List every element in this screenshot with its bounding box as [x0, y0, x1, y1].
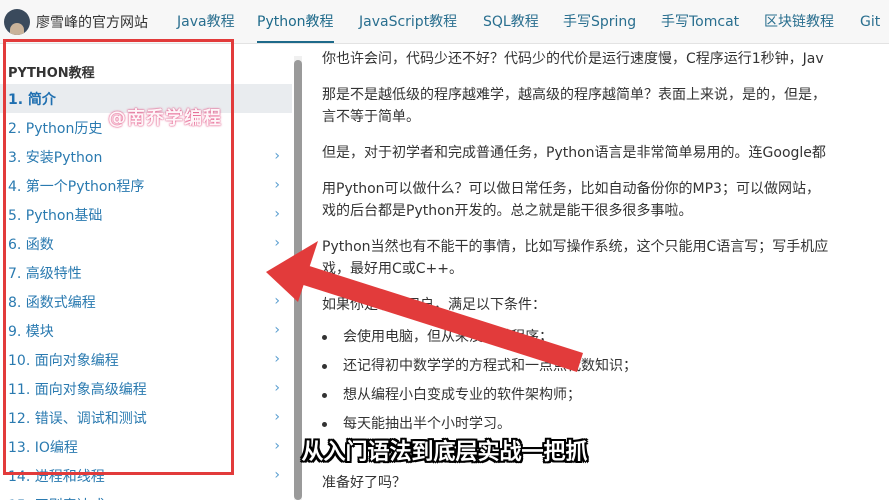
chevron-right-icon[interactable]: ›: [274, 322, 280, 338]
list-item: 每天能抽出半个小时学习。: [322, 413, 511, 435]
paragraph-line: 但是，对于初学者和完成普通任务，Python语言是非常简单易用的。连Google…: [322, 145, 826, 161]
paragraph-line: 那是不是越低级的程序越难学，越高级的程序越简单？表面上来说，是的，但是，: [322, 87, 826, 103]
chevron-right-icon[interactable]: ›: [274, 351, 280, 367]
list-item-text: 还记得初中数学学的方程式和一点点代数知识；: [343, 358, 637, 374]
article-content: 你也许会问，代码少还不好？代码少的代价是运行速度慢，C程序运行1秒钟，Jav 那是…: [322, 44, 889, 500]
watermark: @南乔学编程: [108, 108, 222, 129]
chevron-right-icon[interactable]: ›: [274, 467, 280, 483]
nav-item[interactable]: JavaScript教程: [359, 0, 457, 43]
paragraph-line: Python当然也有不能干的事情，比如写操作系统，这个只能用C语言写；写手机应: [322, 239, 829, 255]
chevron-right-icon[interactable]: ›: [274, 206, 280, 222]
chevron-right-icon[interactable]: ›: [274, 496, 280, 500]
brand-title: 廖雪峰的官方网站: [36, 15, 148, 31]
list-item: 想从编程小白变成专业的软件架构师；: [322, 384, 581, 406]
list-item-text: 会使用电脑，但从来没写过程序；: [343, 329, 553, 345]
list-item-text: 每天能抽出半个小时学习。: [343, 416, 511, 432]
list-item-text: 想从编程小白变成专业的软件架构师；: [343, 387, 581, 403]
top-navigation: 廖雪峰的官方网站 Java教程 Python教程 JavaScript教程 SQL教程…: [0, 0, 889, 44]
video-subtitle: 从入门语法到底层实战一把抓: [301, 440, 588, 465]
chevron-right-icon[interactable]: ›: [274, 264, 280, 280]
nav-item[interactable]: 手写Spring: [563, 0, 636, 43]
bullet-icon: [322, 334, 327, 340]
chevron-right-icon[interactable]: ›: [274, 380, 280, 396]
site-logo-avatar: [4, 9, 30, 35]
paragraph-line: 戏，最好用C或C++。: [322, 261, 464, 277]
paragraph-line: 戏的后台都是Python开发的。总之就是能干很多很多事啦。: [322, 203, 693, 219]
bullet-icon: [322, 392, 327, 398]
nav-item[interactable]: Java教程: [177, 0, 235, 43]
bullet-icon: [322, 421, 327, 427]
sidebar-item-label: 15. 正则表达式: [8, 495, 105, 500]
nav-item[interactable]: 手写Tomcat: [661, 0, 739, 43]
list-item: 会使用电脑，但从来没写过程序；: [322, 326, 553, 348]
paragraph-line: 你也许会问，代码少还不好？代码少的代价是运行速度慢，C程序运行1秒钟，Jav: [322, 51, 824, 67]
nav-item[interactable]: Python教程: [257, 0, 334, 43]
nav-item[interactable]: 区块链教程: [764, 0, 834, 43]
sidebar-item[interactable]: 15. 正则表达式 ›: [0, 490, 292, 500]
paragraph-line: 言不等于简单。: [322, 109, 420, 125]
brand[interactable]: 廖雪峰的官方网站: [0, 0, 148, 43]
chevron-right-icon[interactable]: ›: [274, 177, 280, 193]
chevron-right-icon[interactable]: ›: [274, 235, 280, 251]
paragraph-line: 准备好了吗？: [322, 475, 406, 491]
chevron-right-icon[interactable]: ›: [274, 409, 280, 425]
paragraph-line: 用Python可以做什么？可以做日常任务，比如自动备份你的MP3；可以做网站，: [322, 181, 820, 197]
chevron-right-icon[interactable]: ›: [274, 293, 280, 309]
nav-item[interactable]: SQL教程: [483, 0, 539, 43]
paragraph-line: 如果你是小白用户，满足以下条件：: [322, 297, 546, 313]
chevron-right-icon[interactable]: ›: [274, 148, 280, 164]
list-item: 还记得初中数学学的方程式和一点点代数知识；: [322, 355, 637, 377]
bullet-icon: [322, 363, 327, 369]
nav-item[interactable]: Git: [860, 0, 880, 43]
